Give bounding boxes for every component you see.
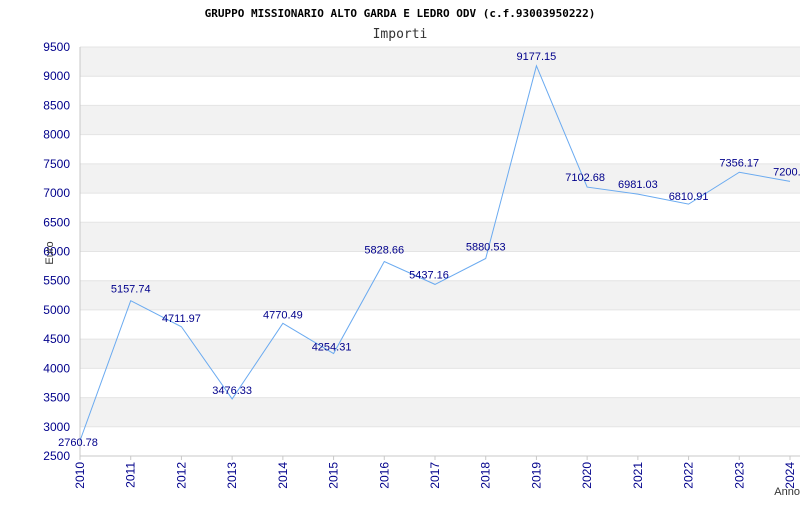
data-label: 4770.49 xyxy=(263,309,303,321)
data-label: 7200.5 xyxy=(773,166,800,178)
grid-band xyxy=(80,134,800,164)
data-label: 5880.53 xyxy=(466,241,506,253)
y-tick-label: 8500 xyxy=(43,98,70,112)
data-label: 5157.74 xyxy=(111,284,151,296)
x-tick-label: 2020 xyxy=(580,462,594,489)
line-chart: 2500300035004000450050005500600065007000… xyxy=(43,7,800,498)
x-tick-label: 2018 xyxy=(479,462,493,489)
y-tick-label: 2500 xyxy=(43,449,70,463)
x-tick-label: 2015 xyxy=(327,462,341,489)
grid-band xyxy=(80,105,800,135)
data-label: 4254.31 xyxy=(312,341,352,353)
grid-band xyxy=(80,280,800,310)
y-tick-label: 3500 xyxy=(43,391,70,405)
x-tick-label: 2021 xyxy=(631,462,645,489)
x-tick-label: 2013 xyxy=(225,462,239,489)
y-tick-label: 7000 xyxy=(43,186,70,200)
data-label: 2760.78 xyxy=(58,437,98,449)
grid-band xyxy=(80,397,800,427)
chart-title: GRUPPO MISSIONARIO ALTO GARDA E LEDRO OD… xyxy=(205,7,596,20)
grid-band xyxy=(80,339,800,369)
y-tick-label: 5000 xyxy=(43,303,70,317)
x-tick-label: 2024 xyxy=(783,462,797,489)
data-label: 9177.15 xyxy=(517,51,557,63)
x-axis-label: Anno xyxy=(774,486,800,498)
y-axis-label: Euro xyxy=(44,241,56,264)
y-tick-label: 7500 xyxy=(43,157,70,171)
x-tick-label: 2010 xyxy=(73,462,87,489)
grid-band xyxy=(80,76,800,106)
x-tick-label: 2017 xyxy=(428,462,442,489)
data-label: 7356.17 xyxy=(719,157,759,169)
y-tick-label: 9000 xyxy=(43,69,70,83)
data-label: 7102.68 xyxy=(565,172,605,184)
data-label: 3476.33 xyxy=(212,385,252,397)
y-tick-label: 4500 xyxy=(43,332,70,346)
x-tick-label: 2011 xyxy=(124,462,138,488)
x-tick-label: 2014 xyxy=(276,462,290,489)
grid-band xyxy=(80,47,800,77)
data-label: 4711.97 xyxy=(162,313,201,325)
grid-band xyxy=(80,368,800,398)
y-tick-label: 5500 xyxy=(43,274,70,288)
y-tick-label: 8000 xyxy=(43,128,70,142)
chart-subtitle: Importi xyxy=(373,27,428,42)
y-tick-label: 4000 xyxy=(43,361,70,375)
grid-band xyxy=(80,222,800,252)
grid-band xyxy=(80,163,800,194)
data-label: 6981.03 xyxy=(618,179,658,191)
x-tick-label: 2016 xyxy=(377,462,391,489)
data-label: 6810.91 xyxy=(669,191,709,203)
y-tick-label: 9500 xyxy=(43,40,70,54)
x-tick-labels: 2010 2011 2012 2013 2014 2015 2016 2017 2018 2019… xyxy=(73,456,797,489)
x-tick-label: 2023 xyxy=(732,462,746,489)
grid-band xyxy=(80,426,800,456)
x-tick-label: 2019 xyxy=(529,462,543,489)
y-tick-label: 3000 xyxy=(43,420,70,434)
x-tick-label: 2022 xyxy=(682,462,696,489)
data-label: 5828.66 xyxy=(364,245,404,257)
y-tick-label: 6500 xyxy=(43,215,70,229)
chart-container: 2500 3000 3500 4000 4500 5000 5500 6000 6500 7000… xyxy=(0,0,800,500)
data-label: 5437.16 xyxy=(409,269,449,281)
x-tick-label: 2012 xyxy=(174,462,188,489)
